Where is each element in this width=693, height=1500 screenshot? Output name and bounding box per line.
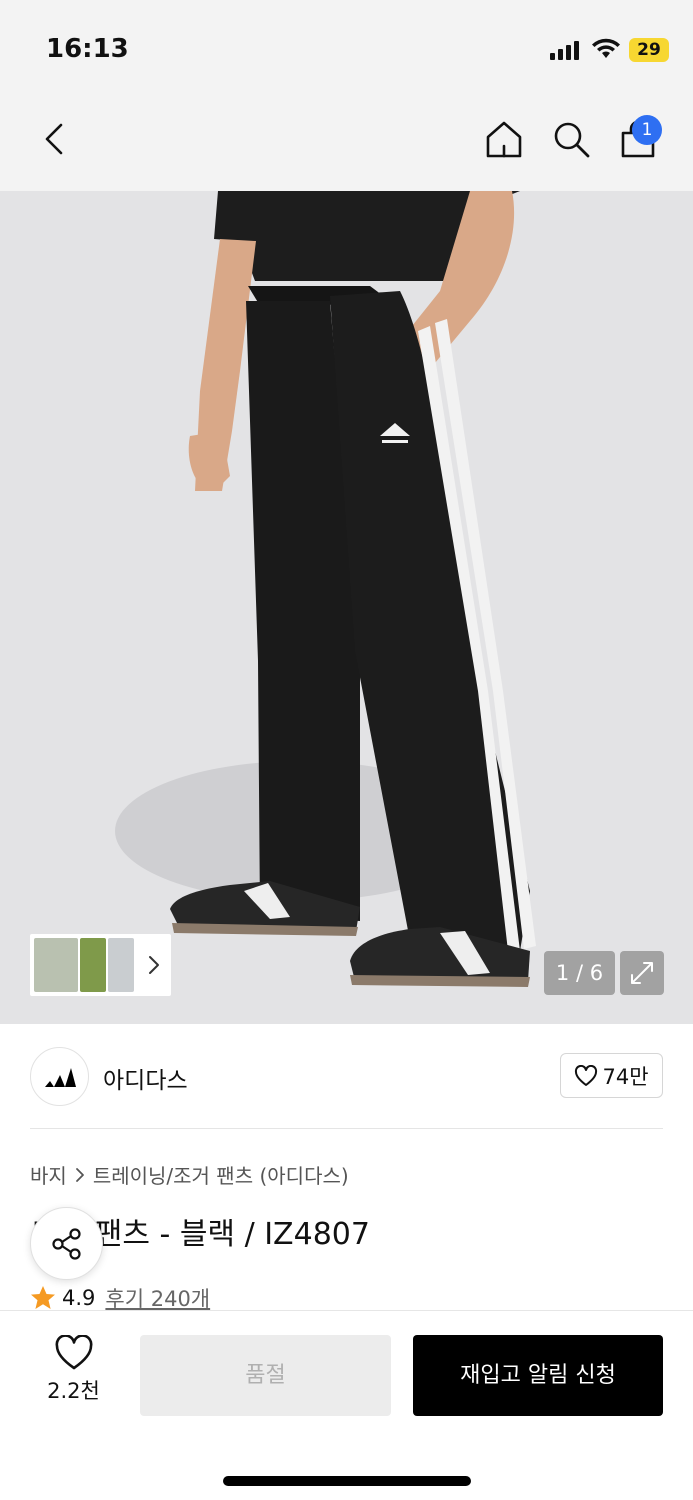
brand-like-button[interactable]: 74만 — [560, 1053, 663, 1098]
wifi-icon — [592, 38, 620, 58]
restock-alert-button[interactable]: 재입고 알림 신청 — [413, 1335, 663, 1416]
product-image-gallery[interactable]: 1 / 6 — [0, 191, 693, 1024]
rating-row: 4.9 후기 240개 — [30, 1283, 210, 1313]
cart-count-badge: 1 — [632, 115, 662, 145]
home-button[interactable] — [480, 115, 528, 163]
breadcrumb-item[interactable]: 바지 — [30, 1160, 67, 1189]
expand-image-button[interactable] — [620, 951, 664, 995]
brand-name[interactable]: 아디다스 — [103, 1061, 188, 1095]
search-button[interactable] — [547, 115, 595, 163]
battery-indicator: 29 — [629, 38, 669, 62]
brand-logo[interactable] — [30, 1047, 89, 1106]
divider — [30, 1128, 663, 1129]
thumbnail-3[interactable] — [108, 938, 134, 992]
thumbnail-1[interactable] — [34, 938, 78, 992]
rating-value: 4.9 — [62, 1286, 96, 1310]
chevron-right-icon — [149, 956, 159, 974]
back-button[interactable] — [30, 115, 78, 163]
app-header: 1 — [0, 95, 693, 191]
review-count-link[interactable]: 후기 240개 — [105, 1283, 210, 1313]
home-icon — [486, 121, 522, 158]
share-icon — [51, 1227, 81, 1260]
cellular-signal-icon — [550, 41, 579, 60]
chevron-right-icon — [75, 1167, 84, 1182]
wishlist-count: 2.2천 — [47, 1379, 100, 1403]
status-bar: 16:13 29 — [0, 0, 693, 95]
bottom-action-bar: 2.2천 품절 재입고 알림 신청 — [0, 1310, 693, 1500]
wishlist-button[interactable]: 2.2천 — [30, 1335, 117, 1419]
search-icon — [554, 122, 590, 158]
adidas-logo — [44, 1067, 76, 1087]
breadcrumb: 바지 트레이닝/조거 팬츠 (아디다스) — [30, 1160, 349, 1189]
star-icon — [31, 1286, 55, 1309]
breadcrumb-item[interactable]: 트레이닝/조거 팬츠 (아디다스) — [93, 1160, 349, 1189]
soldout-button: 품절 — [140, 1335, 391, 1416]
share-button[interactable] — [30, 1207, 103, 1280]
home-indicator — [223, 1476, 471, 1486]
brand-like-count: 74만 — [602, 1064, 649, 1089]
thumbnail-2[interactable] — [80, 938, 106, 992]
thumbnail-strip[interactable] — [30, 934, 171, 996]
heart-icon — [55, 1335, 92, 1370]
expand-icon — [631, 962, 653, 984]
brand-row: 아디다스 74만 — [0, 1024, 693, 1128]
status-time: 16:13 — [46, 34, 129, 64]
back-icon — [45, 123, 63, 155]
heart-icon — [575, 1064, 598, 1086]
product-photo — [115, 191, 536, 987]
image-counter: 1 / 6 — [544, 951, 615, 995]
